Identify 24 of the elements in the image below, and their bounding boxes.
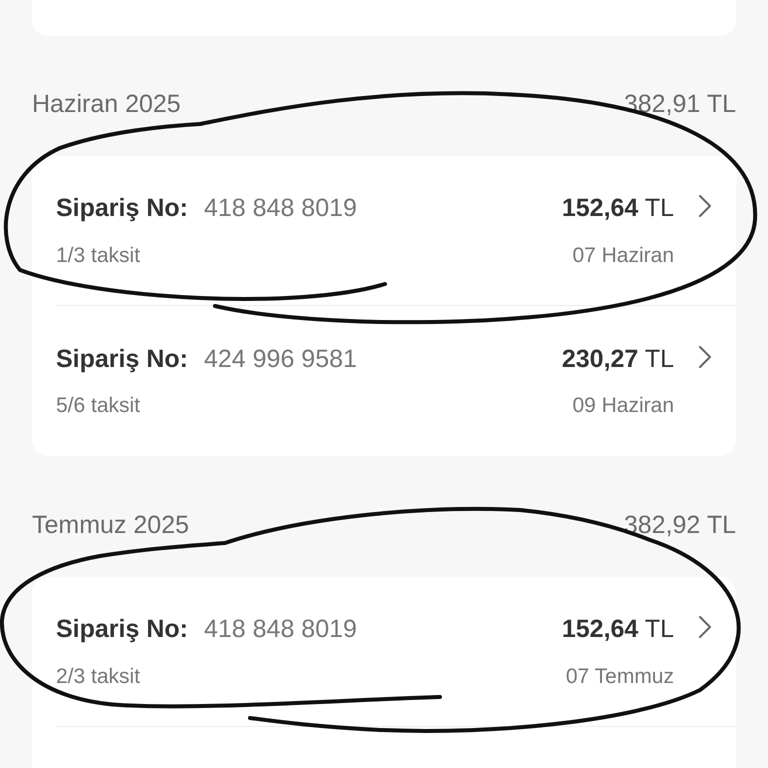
month-heading: Haziran 2025	[32, 89, 181, 120]
order-number: 418 848 8019	[204, 193, 357, 224]
order-amount: 230,27 TL	[562, 344, 674, 374]
order-number: 424 996 9581	[204, 344, 357, 374]
order-row[interactable]: Sipariş No: 418 848 8019 1/3 taksit 152,64 TL 07 Haziran	[56, 156, 736, 306]
month-heading: Temmuz 2025	[32, 510, 190, 542]
chevron-right-icon	[698, 194, 712, 218]
installment-text: 5/6 taksit	[56, 393, 142, 419]
month-total: 382,92 TL	[624, 510, 736, 542]
order-row[interactable]: Sipariş No: 418 848 8019 2/3 taksit 152,64 TL 07 Temmuz	[56, 577, 736, 727]
chevron-right-icon	[698, 344, 712, 368]
order-date: 07 Haziran	[572, 242, 674, 268]
chevron-right-icon	[698, 615, 712, 639]
order-amount: 152,64 TL	[562, 193, 674, 224]
order-label: Sipariş No:	[56, 193, 188, 224]
order-date: 09 Haziran	[572, 393, 674, 419]
installment-text: 2/3 taksit	[56, 664, 142, 690]
installment-text: 1/3 taksit	[56, 242, 142, 268]
order-amount: 152,64 TL	[562, 614, 674, 645]
order-label: Sipariş No:	[56, 614, 188, 645]
order-date: 07 Temmuz	[566, 664, 674, 690]
order-row[interactable]: Sipariş No: 424 996 9581 5/6 taksit 230,27 TL 09 Haziran	[56, 306, 736, 456]
order-label: Sipariş No:	[56, 344, 188, 374]
order-number: 418 848 8019	[204, 614, 357, 645]
